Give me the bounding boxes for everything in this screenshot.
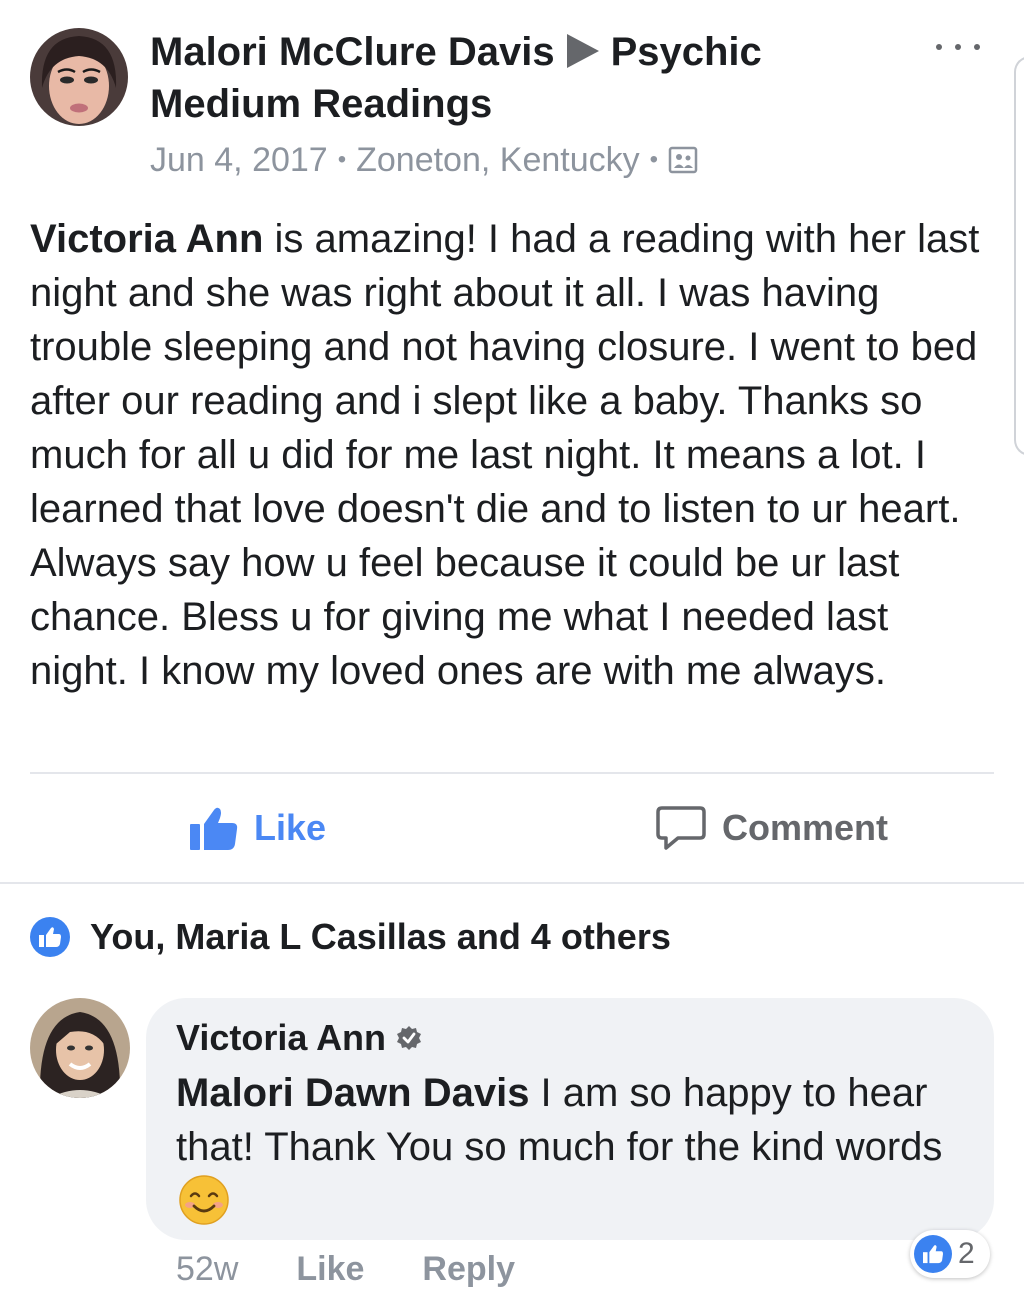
comment-label: Comment: [722, 807, 889, 848]
like-button[interactable]: Like: [188, 800, 326, 856]
more-options-icon[interactable]: [936, 30, 980, 64]
meta-separator: •: [337, 146, 347, 173]
comment-icon: [656, 806, 706, 850]
reaction-count-value: 2: [958, 1237, 975, 1270]
commenter-name: Victoria Ann: [176, 1014, 422, 1062]
reactions-summary[interactable]: You, Maria L Casillas and 4 others: [30, 912, 671, 962]
author-avatar[interactable]: [30, 28, 128, 126]
meta-separator: •: [649, 146, 659, 173]
verified-badge-icon: [397, 1026, 422, 1050]
thumbs-up-icon: [190, 807, 238, 850]
comment-like-button[interactable]: Like: [296, 1250, 364, 1289]
smiling-face-emoji-icon: [178, 1174, 230, 1226]
commenter-avatar[interactable]: [30, 998, 130, 1098]
scrollbar-edge: [1014, 56, 1024, 456]
comment-time[interactable]: 52w: [176, 1250, 238, 1289]
shared-to-arrow-icon: [566, 34, 599, 69]
divider: [30, 772, 994, 774]
post-date[interactable]: Jun 4, 2017: [150, 141, 328, 180]
post-body: Victoria Ann is amazing! I had a reading…: [30, 212, 990, 698]
tagged-person-link[interactable]: Victoria Ann: [30, 217, 263, 261]
comment-reaction-count[interactable]: 2: [910, 1230, 990, 1278]
mentioned-person-link[interactable]: Malori Dawn Davis: [176, 1071, 529, 1115]
like-reaction-icon: [30, 917, 70, 957]
post-meta: Jun 4, 2017 • Zoneton, Kentucky •: [150, 138, 698, 182]
comment-button[interactable]: Comment: [656, 800, 888, 856]
comment-reply-button[interactable]: Reply: [422, 1250, 515, 1289]
custom-audience-icon[interactable]: [668, 145, 698, 175]
like-reaction-icon: [914, 1235, 952, 1273]
post-location[interactable]: Zoneton, Kentucky: [356, 141, 640, 180]
dot: [936, 44, 942, 50]
divider: [0, 882, 1024, 884]
commenter-name-link[interactable]: Victoria Ann: [176, 1017, 386, 1059]
post-view: Malori McClure Davis Psychic Medium Readi…: [0, 0, 1024, 1298]
reactions-text: You, Maria L Casillas and 4 others: [90, 916, 671, 957]
author-name-link[interactable]: Malori McClure Davis: [150, 30, 555, 74]
dot: [974, 44, 980, 50]
comment-text: Malori Dawn Davis I am so happy to hear …: [176, 1066, 976, 1230]
like-label: Like: [254, 807, 327, 848]
comment-footer: 52w Like Reply: [176, 1244, 573, 1294]
dot: [955, 44, 961, 50]
post-title: Malori McClure Davis Psychic Medium Readi…: [150, 26, 850, 130]
post-body-text: is amazing! I had a reading with her las…: [30, 217, 980, 693]
